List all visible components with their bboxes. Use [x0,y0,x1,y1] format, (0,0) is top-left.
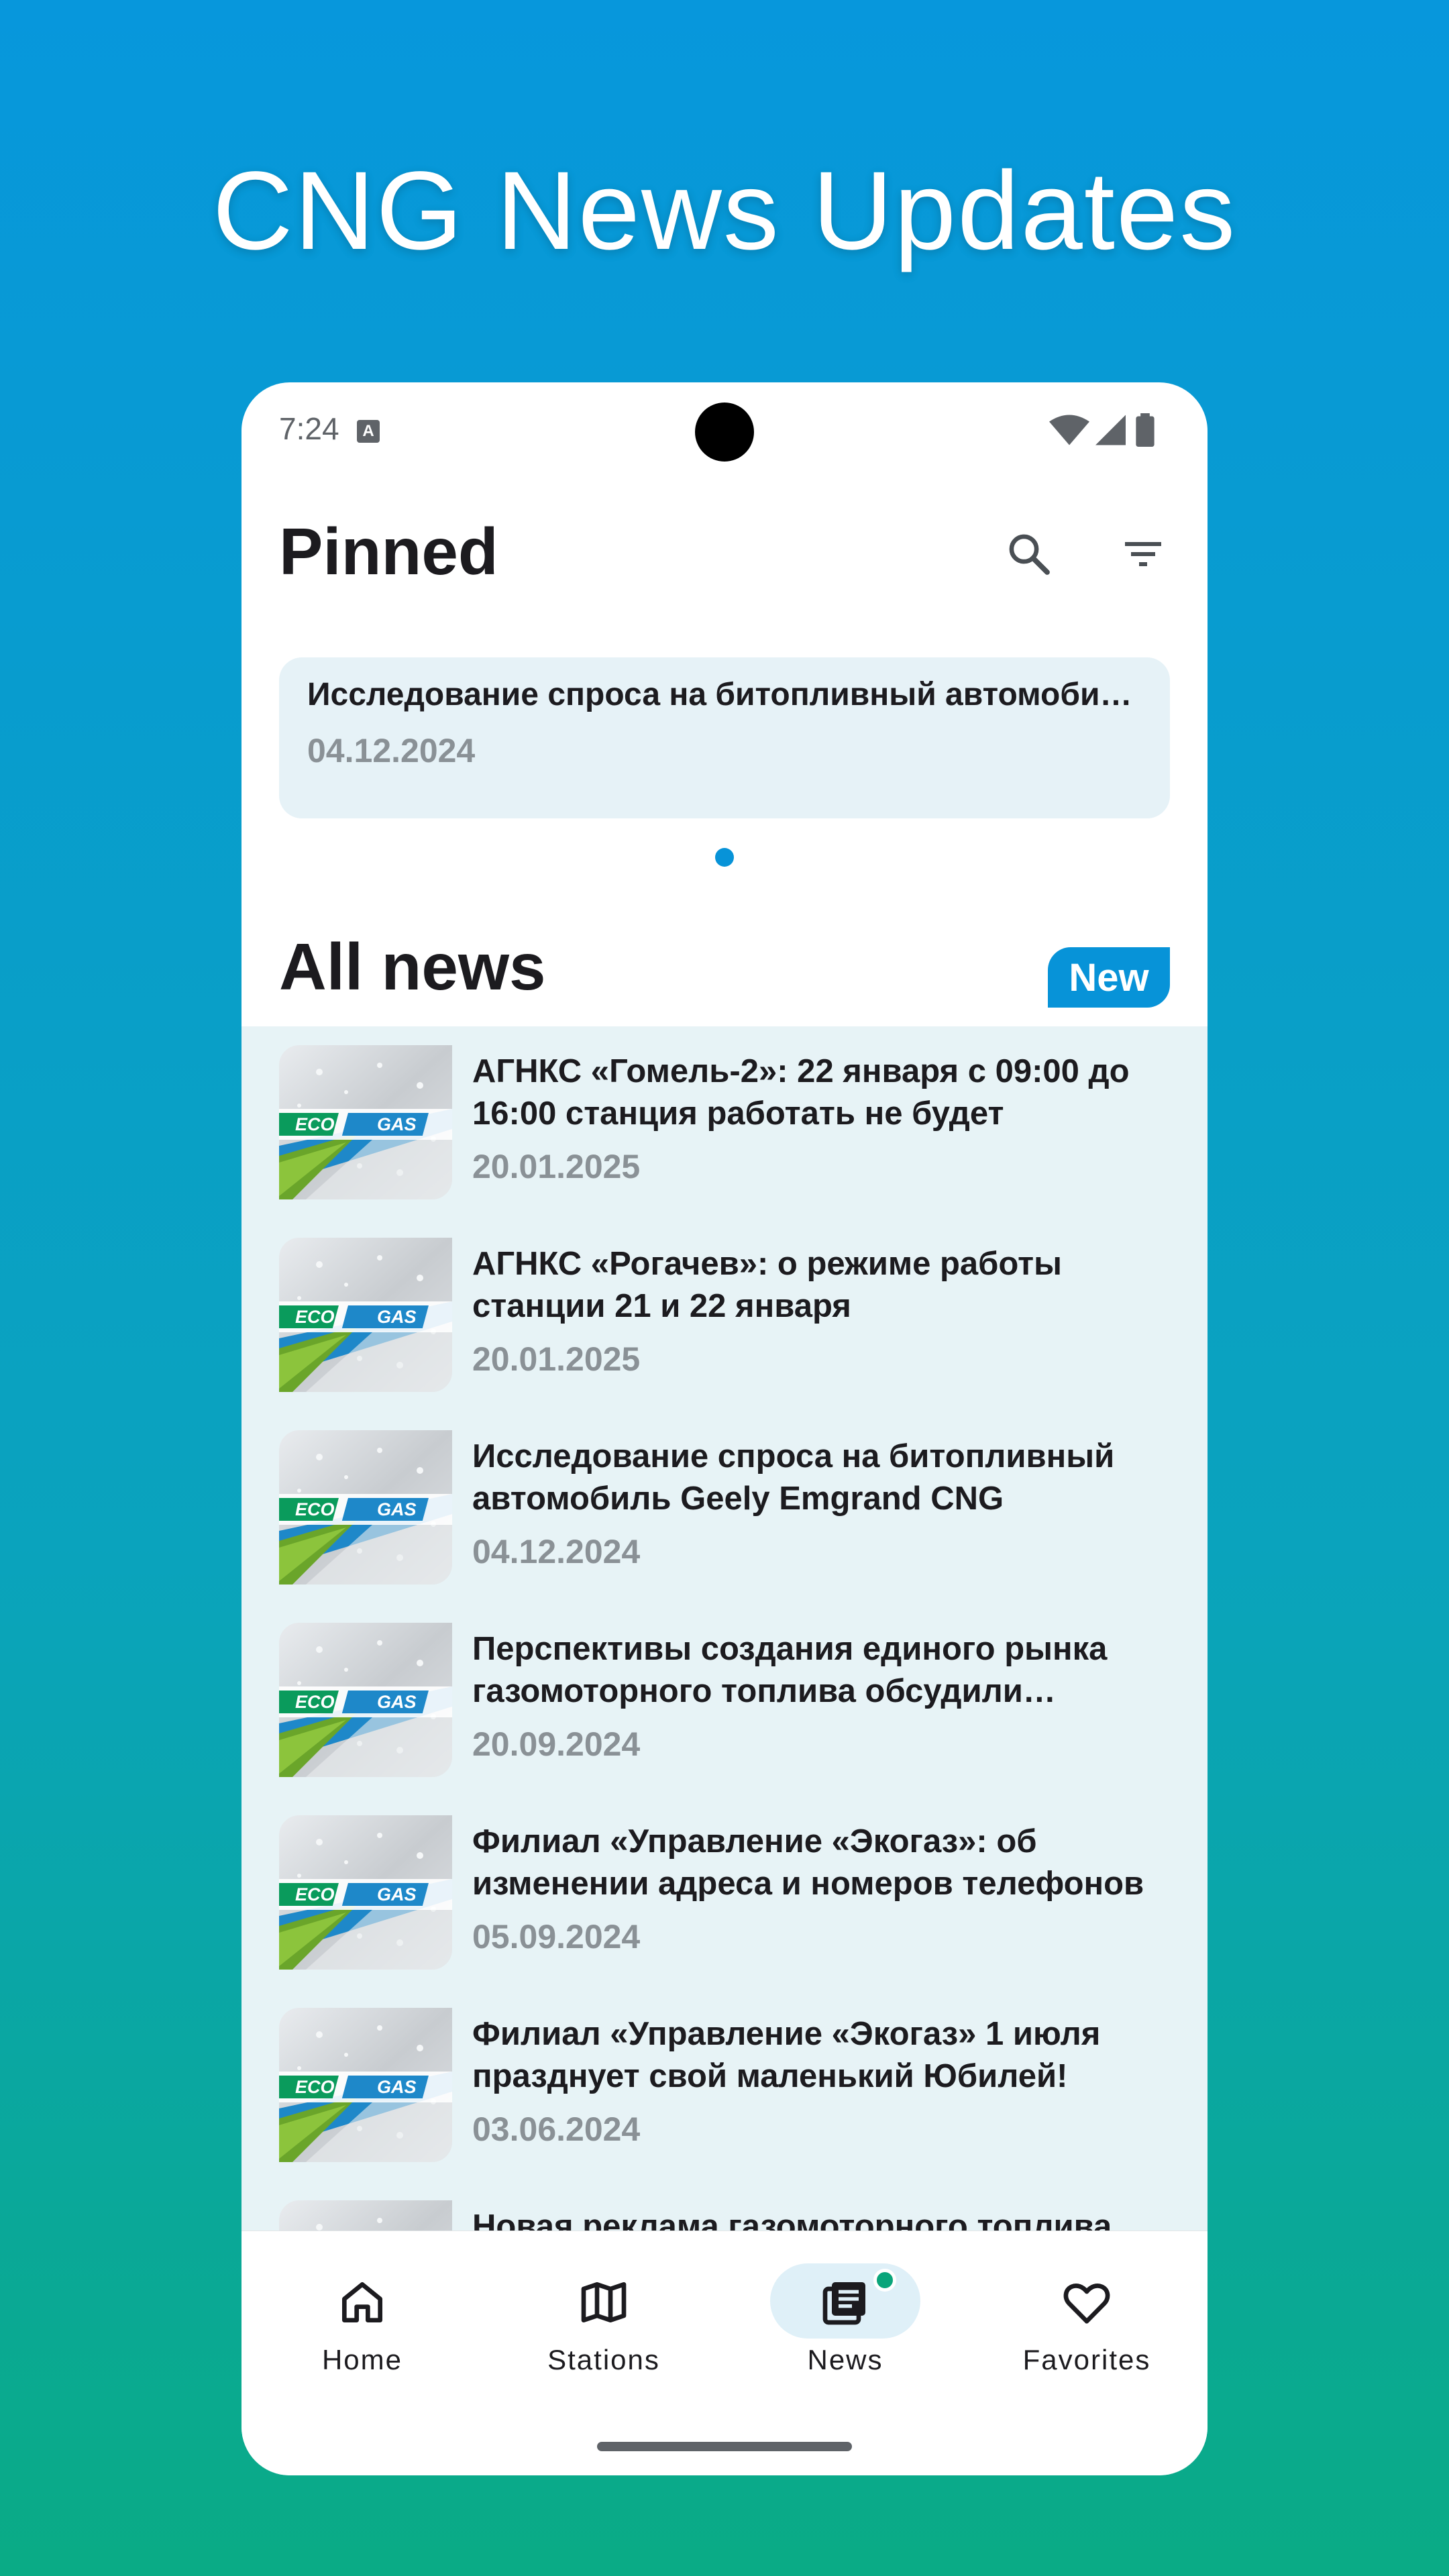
bottom-navigation: Home Stations News Favorites [241,2231,1208,2475]
news-date: 05.09.2024 [472,1918,641,1955]
logo-eco-text: ECO [295,1307,335,1327]
filter-icon [1125,542,1161,566]
notification-dot [873,2269,896,2292]
news-date: 20.01.2025 [472,1340,641,1378]
search-icon [1009,534,1050,575]
ecogas-logo-image: ECOGAS [279,2200,452,2234]
news-thumbnail: ECO GAS [279,1815,452,1970]
pinned-card[interactable]: Исследование спроса на битопливный автом… [279,657,1170,818]
carousel-page-indicator [715,848,734,867]
filter-button[interactable] [1103,514,1183,594]
nav-item-stations[interactable]: Stations [483,2231,724,2406]
wifi-icon [1049,415,1089,445]
news-thumbnail: ECO GAS [279,1238,452,1392]
news-date: 20.09.2024 [472,1725,641,1763]
news-list-item[interactable]: ECO GAS Филиал «Управление «Экогаз» 1 июля… [241,1989,1208,2182]
logo-gas-text: GAS [377,1114,417,1134]
promo-title: CNG News Updates [212,149,1237,273]
phone-frame: 7:24 A Pinned Исследование спроса на бит… [241,382,1208,2475]
status-bar: 7:24 A [241,382,1208,476]
nav-item-news[interactable]: News [724,2231,966,2406]
heart-icon [1063,2284,1110,2324]
ecogas-logo-image: ECO GAS [279,1623,452,1777]
ecogas-logo-image: ECO GAS [279,1238,452,1392]
news-date: 03.06.2024 [472,2110,641,2148]
logo-gas-text: GAS [377,1307,417,1327]
home-indicator[interactable] [597,2442,852,2451]
home-icon [342,2282,382,2322]
battery-icon [1136,413,1155,447]
logo-eco-text: ECO [295,1114,335,1134]
nav-label: Favorites [1022,2344,1151,2375]
nav-item-home[interactable]: Home [241,2231,483,2406]
news-thumbnail: ECO GAS [279,1430,452,1585]
news-thumbnail: ECO GAS [279,2008,452,2162]
logo-eco-text: ECO [295,2077,335,2097]
ecogas-logo-image: ECO GAS [279,1045,452,1199]
pinned-date: 04.12.2024 [307,732,476,769]
news-title: АГНКС «Рогачев»: о режиме работы станции… [472,1246,1062,1324]
ecogas-logo-image: ECO GAS [279,1815,452,1970]
news-thumbnail: ECOGAS [279,2200,452,2234]
logo-gas-text: GAS [377,1884,417,1904]
news-title: Исследование спроса на битопливный автом… [472,1438,1115,1517]
nav-label: Home [321,2344,403,2375]
news-title: Перспективы создания единого рынка газом… [472,1631,1108,1709]
nav-item-favorites[interactable]: Favorites [966,2231,1208,2406]
pinned-title: Исследование спроса на битопливный автом… [307,677,1146,712]
new-badge: New [1048,947,1170,1008]
search-button[interactable] [989,514,1069,594]
map-icon [581,2282,627,2322]
news-title: АГНКС «Гомель-2»: 22 января с 09:00 до 1… [472,1053,1130,1132]
logo-eco-text: ECO [295,1884,335,1904]
news-title: Филиал «Управление «Экогаз»: об изменени… [472,1823,1144,1902]
text-a-icon: A [357,420,380,443]
ecogas-logo-image: ECO GAS [279,1430,452,1585]
news-date: 20.01.2025 [472,1148,641,1185]
camera-cutout [695,402,754,462]
news-list-item[interactable]: ECO GAS Перспективы создания единого рынка… [241,1604,1208,1796]
nav-label: News [807,2344,883,2375]
news-list[interactable]: ECO GAS АГНКС «Гомель-2»: 22 января с 09:0… [241,1026,1208,2234]
logo-eco-text: ECO [295,1692,335,1712]
news-list-item[interactable]: ECO GAS АГНКС «Рогачев»: о режиме работы с… [241,1219,1208,1411]
news-list-item[interactable]: ECO GAS АГНКС «Гомель-2»: 22 января с 09:0… [241,1026,1208,1219]
news-thumbnail: ECO GAS [279,1045,452,1199]
news-list-item[interactable]: ECOGAS Новая реклама газомоторного топлив… [241,2182,1208,2234]
status-time: 7:24 [279,411,339,446]
page-title: Pinned [279,515,498,588]
logo-gas-text: GAS [377,1499,417,1519]
news-thumbnail: ECO GAS [279,1623,452,1777]
news-date: 04.12.2024 [472,1533,641,1570]
nav-label: Stations [547,2344,660,2375]
status-icons [1049,413,1170,447]
logo-gas-text: GAS [377,1692,417,1712]
news-title: Новая реклама газомоторного топлива [472,2208,1112,2234]
news-title: Филиал «Управление «Экогаз» 1 июля празд… [472,2016,1101,2094]
ecogas-logo-image: ECO GAS [279,2008,452,2162]
logo-gas-text: GAS [377,2077,417,2097]
news-list-item[interactable]: ECO GAS Филиал «Управление «Экогаз»: об из… [241,1796,1208,1989]
news-list-item[interactable]: ECO GAS Исследование спроса на битопливный… [241,1411,1208,1604]
section-title: All news [279,930,546,1004]
signal-icon [1095,415,1126,445]
news-icon [822,2282,865,2325]
logo-eco-text: ECO [295,1499,335,1519]
